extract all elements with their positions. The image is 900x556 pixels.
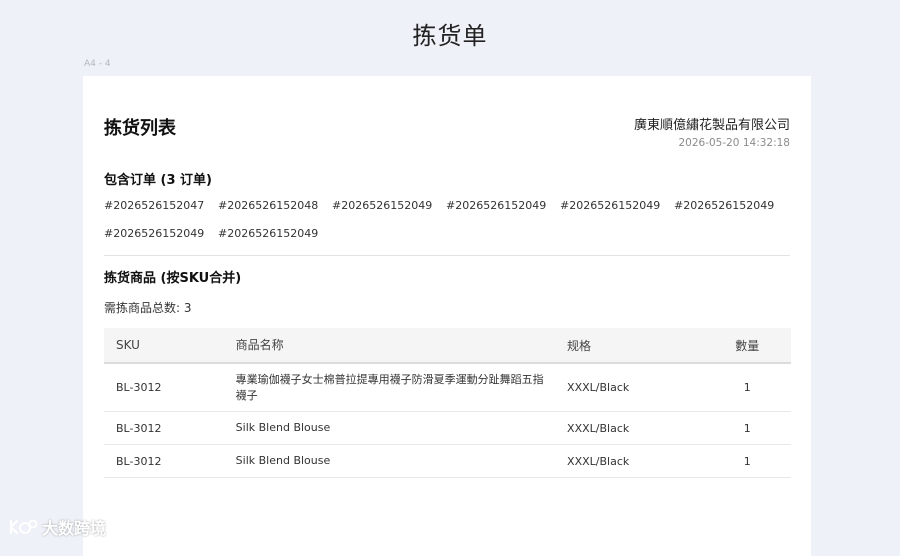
order-id: #2026526152049 [560,199,661,212]
cell-spec: XXXL/Black [567,363,704,412]
cell-sku: BL-3012 [104,363,236,412]
items-section-title: 拣货商品 (按SKU合并) [104,271,242,286]
cell-name-text: 專業瑜伽襪子女士棉普拉提專用襪子防滑夏季運動分趾舞蹈五指襪子 [235,372,544,402]
column-header-qty: 數量 [703,328,791,364]
cell-qty: 1 [703,411,791,445]
watermark-text: 大数跨境 [42,519,107,538]
print-datetime: 2026-05-20 14:32:18 [678,137,790,149]
order-id: #2026526152049 [218,227,319,240]
order-id: #2026526152049 [446,199,547,212]
document-title: 拣货列表 [104,118,176,139]
order-id: #2026526152049 [332,199,433,212]
watermark: 大数跨境 [8,515,106,539]
cell-qty: 1 [703,363,791,412]
page-title: 拣货单 [412,22,488,50]
table-row: BL-3012 Silk Blend Blouse XXXL/Black 1 [104,444,791,478]
cell-name-text: Silk Blend Blouse [235,421,331,434]
cell-name-text: Silk Blend Blouse [235,454,331,467]
order-id: #2026526152049 [674,199,775,212]
column-header-sku: SKU [104,328,236,364]
cell-spec: XXXL/Black [567,411,704,445]
order-id: #2026526152049 [104,227,205,240]
brand-logo-icon [9,519,38,535]
cell-name: Silk Blend Blouse [235,444,568,478]
section-divider [104,255,790,256]
picking-sheet: 拣货列表 廣東順億繡花製品有限公司 2026-05-20 14:32:18 包含… [83,76,811,556]
column-header-spec: 规格 [567,328,704,364]
orders-section-title: 包含订单 (3 订单) [104,173,212,188]
table-row: BL-3012 Silk Blend Blouse XXXL/Black 1 [104,411,791,445]
cell-qty: 1 [703,444,791,478]
cell-sku: BL-3012 [104,444,236,478]
column-header-name: 商品名称 [235,328,568,364]
order-id: #2026526152047 [104,199,205,212]
cell-name: Silk Blend Blouse [235,411,568,445]
sheet-header: 拣货列表 廣東順億繡花製品有限公司 2026-05-20 14:32:18 [104,76,790,166]
total-items-count: 需拣商品总数: 3 [104,301,192,315]
table-row: BL-3012 專業瑜伽襪子女士棉普拉提專用襪子防滑夏季運動分趾舞蹈五指襪子 X… [104,363,791,412]
order-list: #2026526152047 #2026526152048 #202652615… [104,199,804,255]
cell-name: 專業瑜伽襪子女士棉普拉提專用襪子防滑夏季運動分趾舞蹈五指襪子 [235,363,568,412]
order-id: #2026526152048 [218,199,319,212]
cell-sku: BL-3012 [104,411,236,445]
company-name: 廣東順億繡花製品有限公司 [633,118,790,133]
paper-size-label: A4 - 4 [84,59,111,69]
items-table: SKU 商品名称 规格 數量 BL-3012 專業瑜伽襪子女士棉普拉提專用襪子防… [104,328,791,478]
cell-spec: XXXL/Black [567,444,704,478]
table-header-row: SKU 商品名称 规格 數量 [104,328,791,364]
